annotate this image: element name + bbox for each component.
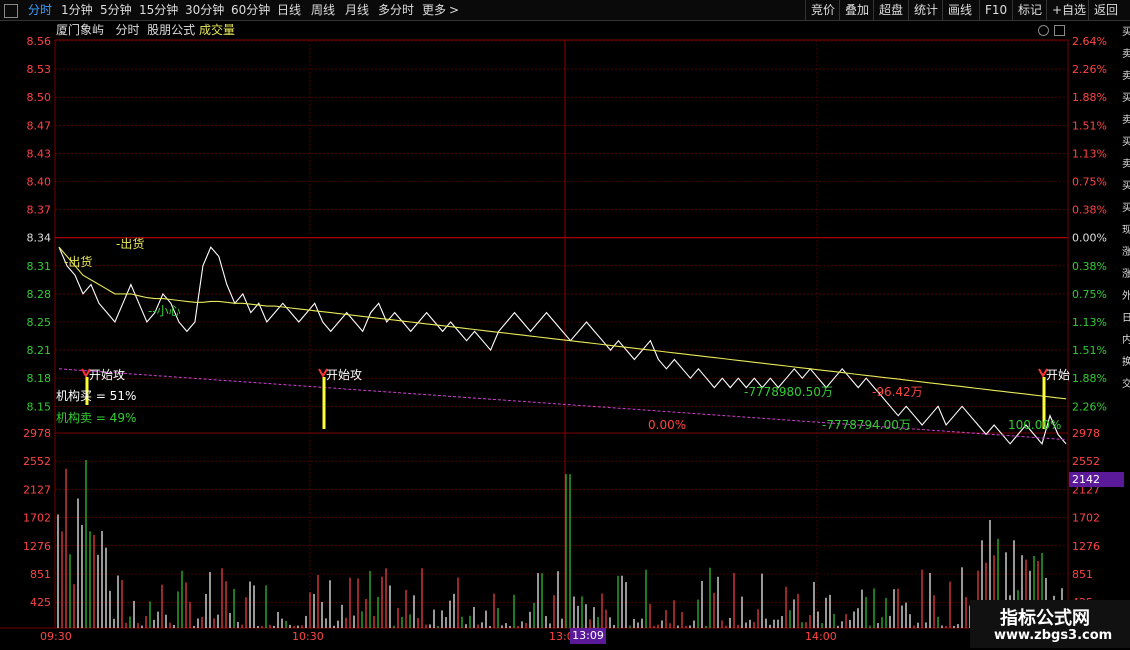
- price-lines: [58, 246, 1067, 445]
- sell-signal-1: -出货: [64, 254, 92, 269]
- pct-tick-label: 1.13%: [1072, 316, 1107, 329]
- net-flow-2: -7778794.00万: [822, 418, 911, 432]
- volume-tick-label-right: 1276: [1072, 540, 1100, 553]
- careful-signal: --小心: [148, 304, 181, 318]
- avg-price-line: [58, 246, 1067, 400]
- intraday-chart[interactable]: 8.56 2.64% 8.53 2.26% 8.50 1.88% 8.47 1.51% 8.43…: [0, 0, 1130, 650]
- pct-tick-label: 1.88%: [1072, 91, 1107, 104]
- attack-signal-1: 开始攻: [89, 368, 125, 382]
- volume-tick-label: 851: [30, 568, 51, 581]
- price-tick-label: 8.15: [27, 400, 52, 413]
- price-panel-frame: [54, 39, 1069, 434]
- pct-tick-label: 0.38%: [1072, 204, 1107, 217]
- attack-signal-2: 开始攻: [326, 368, 362, 382]
- price-tick-label: 8.53: [27, 63, 52, 76]
- price-tick-label: 8.37: [27, 204, 52, 217]
- pct-tick-label: 0.38%: [1072, 260, 1107, 273]
- pct-tick-label: 1.88%: [1072, 372, 1107, 385]
- time-tick-label: 10:30: [292, 630, 324, 643]
- pct-tick-label: 2.64%: [1072, 35, 1107, 48]
- pct-hundred-label: 100.00%: [1008, 418, 1061, 432]
- cursor-volume-badge: 2142: [1069, 472, 1124, 487]
- attack-signal-3: 开始: [1046, 368, 1070, 382]
- pct-tick-label: 1.51%: [1072, 344, 1107, 357]
- price-tick-label: 8.40: [27, 176, 52, 189]
- price-tick-label: 8.34: [27, 232, 52, 245]
- cursor-time-badge: 13:09: [570, 628, 606, 644]
- institution-sell: 机构卖 = 49%: [56, 410, 136, 425]
- volume-tick-label-right: 2978: [1072, 427, 1100, 440]
- volume-panel-frame: [54, 432, 1069, 629]
- volume-tick-label-right: 1702: [1072, 512, 1100, 525]
- price-line: [58, 246, 1067, 445]
- volume-bars: [57, 460, 1063, 628]
- price-tick-label: 8.56: [27, 35, 52, 48]
- pct-tick-label: 0.00%: [1072, 232, 1107, 245]
- price-tick-label: 8.25: [27, 316, 52, 329]
- annotations: -出货 -出货 --小心开始攻 开始攻 开始机构买 = 51% 机构卖 = 49% 0.00…: [56, 236, 1070, 432]
- net-flow-1: -7778980.50万: [744, 385, 833, 399]
- price-tick-label: 8.18: [27, 372, 52, 385]
- volume-tick-label: 425: [30, 596, 51, 609]
- side-strip: 买卖卖买卖买卖买买现涨涨外日内换交: [1122, 27, 1130, 390]
- price-tick-label: 8.31: [27, 260, 52, 273]
- volume-tick-label: 1702: [23, 512, 51, 525]
- volume-tick-label: 1276: [23, 540, 51, 553]
- pct-tick-label: 0.75%: [1072, 288, 1107, 301]
- price-tick-label: 8.21: [27, 344, 52, 357]
- volume-tick-label: 2978: [23, 427, 51, 440]
- price-tick-label: 8.28: [27, 288, 52, 301]
- pct-tick-label: 1.13%: [1072, 147, 1107, 160]
- pct-tick-label: 2.26%: [1072, 400, 1107, 413]
- pct-tick-label: 1.51%: [1072, 119, 1107, 132]
- net-flow-3: -96.42万: [872, 385, 923, 399]
- time-tick-label: 09:30: [40, 630, 72, 643]
- sell-signal-2: -出货: [116, 236, 144, 251]
- price-tick-label: 8.50: [27, 91, 52, 104]
- pct-tick-label: 0.75%: [1072, 176, 1107, 189]
- pct-tick-label: 2.26%: [1072, 63, 1107, 76]
- volume-tick-label-right: 851: [1072, 568, 1093, 581]
- watermark-title: 指标公式网: [1000, 608, 1090, 629]
- price-tick-label: 8.43: [27, 147, 52, 160]
- watermark-url: www.zbgs3.com: [994, 628, 1113, 643]
- pct-zero-label: 0.00%: [648, 418, 686, 432]
- time-tick-label: 14:00: [805, 630, 837, 643]
- volume-tick-label: 2127: [23, 483, 51, 496]
- indicator-line: [58, 368, 1067, 441]
- volume-tick-label: 2552: [23, 455, 51, 468]
- price-tick-label: 8.47: [27, 119, 52, 132]
- institution-buy: 机构买 = 51%: [56, 388, 136, 403]
- volume-tick-label-right: 2552: [1072, 455, 1100, 468]
